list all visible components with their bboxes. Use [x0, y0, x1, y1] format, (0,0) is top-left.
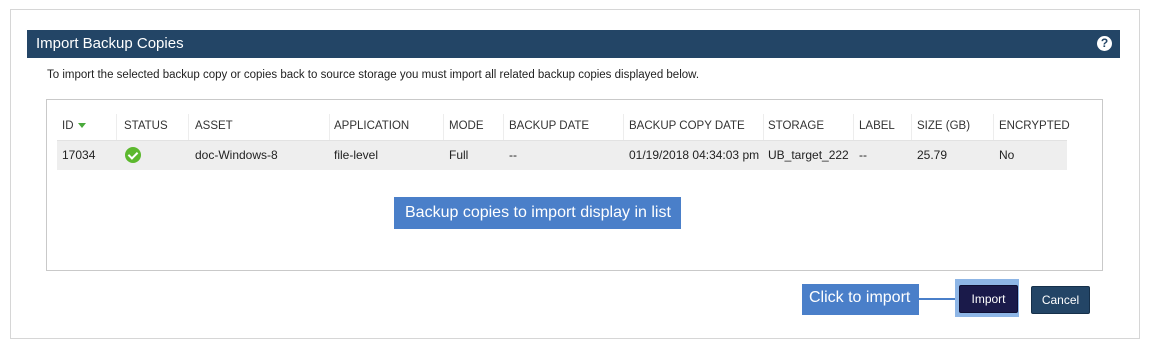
cancel-button[interactable]: Cancel	[1031, 286, 1090, 314]
sort-descending-icon	[77, 123, 86, 129]
column-header-label: STATUS	[124, 120, 168, 132]
column-header-encrypted[interactable]: ENCRYPTED	[994, 114, 1070, 140]
column-header-mode[interactable]: MODE	[444, 114, 504, 140]
cell-label: --	[859, 148, 867, 162]
column-header-label: ASSET	[195, 120, 233, 132]
column-header-label: STORAGE	[768, 120, 825, 132]
backup-copies-list: ID STATUS ASSET APPLICATION MODE BACKUP …	[46, 99, 1103, 271]
cell-encrypted: No	[999, 148, 1015, 162]
cell-storage: UB_target_222	[768, 148, 849, 162]
table-header: ID STATUS ASSET APPLICATION MODE BACKUP …	[57, 114, 1070, 141]
instructions-text: To import the selected backup copy or co…	[47, 69, 700, 81]
column-header-asset[interactable]: ASSET	[190, 114, 330, 140]
cell-asset: doc-Windows-8	[195, 148, 278, 162]
cell-application: file-level	[334, 148, 379, 162]
column-header-label: BACKUP DATE	[509, 120, 590, 132]
column-header-id[interactable]: ID	[57, 114, 117, 140]
column-header-label: MODE	[449, 120, 484, 132]
list-callout: Backup copies to import display in list	[394, 197, 681, 229]
column-header-label: BACKUP COPY DATE	[629, 120, 745, 132]
column-header-label: ENCRYPTED	[999, 120, 1070, 132]
import-callout: Click to import	[802, 284, 919, 315]
cell-mode: Full	[449, 148, 469, 162]
cell-backup-date: --	[509, 148, 517, 162]
column-header-application[interactable]: APPLICATION	[329, 114, 444, 140]
column-header-backup-copy-date[interactable]: BACKUP COPY DATE	[624, 114, 764, 140]
check-circle-icon	[125, 147, 141, 163]
dialog-title: Import Backup Copies	[36, 35, 184, 52]
cell-size: 25.79	[917, 148, 948, 162]
cell-backup-copy-date: 01/19/2018 04:34:03 pm	[629, 148, 760, 162]
column-header-storage[interactable]: STORAGE	[763, 114, 854, 140]
callout-connector	[919, 298, 957, 300]
column-header-label: APPLICATION	[334, 120, 410, 132]
column-header-status[interactable]: STATUS	[119, 114, 189, 140]
column-header-size[interactable]: SIZE (GB)	[912, 114, 994, 140]
column-header-backup-date[interactable]: BACKUP DATE	[504, 114, 624, 140]
cell-id: 17034	[62, 148, 96, 162]
column-header-label: ID	[62, 120, 74, 132]
dialog-titlebar: Import Backup Copies ?	[27, 30, 1120, 58]
column-header-label: LABEL	[859, 120, 895, 132]
help-icon[interactable]: ?	[1097, 36, 1112, 51]
column-header-label[interactable]: LABEL	[854, 114, 912, 140]
import-button[interactable]: Import	[959, 285, 1018, 313]
column-header-label: SIZE (GB)	[917, 120, 971, 132]
table-row[interactable]: 17034 doc-Windows-8 file-level Full -- 0…	[57, 141, 1067, 170]
